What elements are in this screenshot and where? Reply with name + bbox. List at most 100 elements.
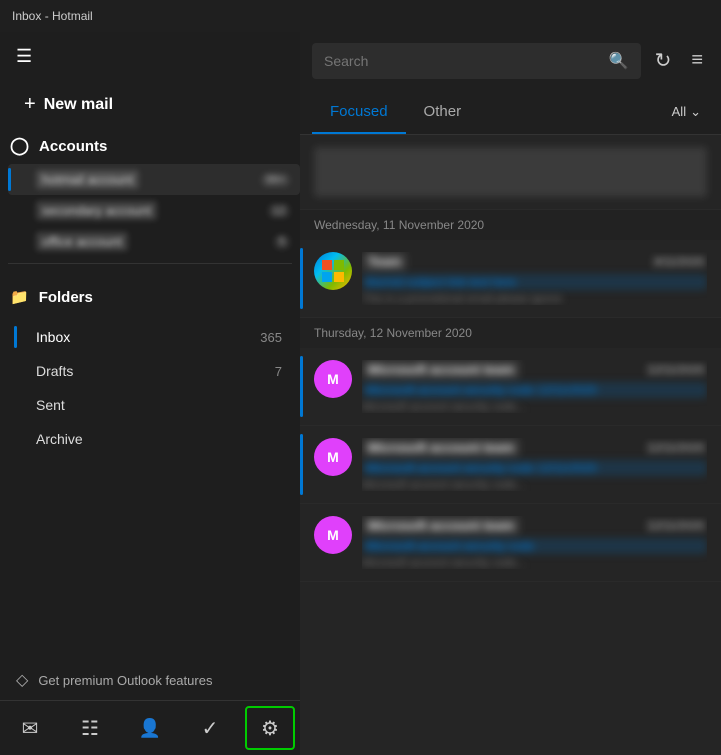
diamond-icon: ◇ [16, 670, 28, 690]
right-panel: 🔍 ↻ ≡ Focused Other All ⌄ [300, 32, 721, 755]
premium-label: Get premium Outlook features [38, 673, 212, 688]
email-sender: Team [362, 252, 407, 271]
new-mail-button[interactable]: + New mail [8, 85, 292, 124]
calendar-nav[interactable]: ☷ [65, 706, 115, 750]
email-list: Wednesday, 11 November 2020 Team 4/11/20… [300, 135, 721, 755]
email-row1: Microsoft account team 12/11/2020 [362, 516, 707, 535]
email-content: Team 4/11/2020 blurred subject link text… [362, 252, 707, 305]
people-nav[interactable]: 👤 [125, 706, 175, 750]
email-preview: This is a promotional email please ignor… [362, 293, 707, 305]
date-divider: Wednesday, 11 November 2020 [300, 210, 721, 240]
main-layout: ☰ + New mail ◯ Accounts hotmail account … [0, 32, 721, 755]
account-name: office account [36, 232, 128, 251]
title-bar: Inbox - Hotmail [0, 0, 721, 32]
new-mail-plus-icon: + [24, 93, 36, 116]
search-input-container: 🔍 [312, 43, 641, 79]
search-bar: 🔍 ↻ ≡ [300, 32, 721, 89]
email-subject: Microsoft account security code [362, 538, 707, 554]
search-input[interactable] [324, 53, 601, 69]
folder-name-inbox: Inbox [36, 329, 70, 345]
hamburger-icon[interactable]: ☰ [16, 46, 40, 67]
mail-icon: ✉ [22, 716, 39, 741]
list-item[interactable]: M Microsoft account team 12/11/2020 Micr… [300, 504, 721, 582]
email-row1: Microsoft account team 12/11/2020 [362, 360, 707, 379]
tasks-icon: ✓ [202, 716, 219, 741]
email-sender: Microsoft account team [362, 360, 520, 379]
folder-count-drafts: 7 [275, 364, 282, 379]
tabs-left: Focused Other [312, 89, 479, 134]
email-time: 12/11/2020 [645, 519, 707, 533]
account-item[interactable]: office account 5 [8, 226, 300, 257]
list-item[interactable]: Team 4/11/2020 blurred subject link text… [300, 240, 721, 318]
people-icon: 👤 [139, 718, 161, 739]
account-badge: 99+ [261, 173, 290, 187]
email-sender: Microsoft account team [362, 516, 520, 535]
folder-item-archive[interactable]: Archive [8, 422, 292, 456]
sync-icon[interactable]: ↻ [649, 42, 678, 79]
email-content: Microsoft account team 12/11/2020 Micros… [362, 438, 707, 491]
app-title: Inbox - Hotmail [12, 9, 93, 23]
folders-section-label: 📁 Folders [0, 278, 300, 316]
folder-item-inbox[interactable]: Inbox 365 [8, 320, 292, 354]
email-time: 4/11/2020 [651, 255, 707, 269]
list-item[interactable]: M Microsoft account team 12/11/2020 Micr… [300, 348, 721, 426]
calendar-icon: ☷ [81, 716, 99, 741]
account-badge: 12 [268, 204, 290, 218]
avatar: M [314, 516, 352, 554]
folder-item-drafts[interactable]: Drafts 7 [8, 354, 292, 388]
avatar [314, 252, 352, 290]
email-preview: Microsoft account security code... [362, 557, 707, 569]
folder-item-sent[interactable]: Sent [8, 388, 292, 422]
email-preview: Microsoft account security code... [362, 479, 707, 491]
unread-accent [300, 434, 303, 495]
folder-name-sent: Sent [36, 397, 65, 413]
avatar: M [314, 360, 352, 398]
account-badge: 5 [274, 235, 290, 249]
tab-focused[interactable]: Focused [312, 89, 406, 134]
premium-link[interactable]: ◇ Get premium Outlook features [0, 660, 300, 700]
folder-icon: 📁 [10, 288, 29, 306]
folders-list: Inbox 365 Drafts 7 Sent Archive [0, 316, 300, 460]
sidebar-header: ☰ [0, 32, 300, 81]
accounts-list: hotmail account 99+ secondary account 12… [8, 164, 300, 257]
email-row1: Team 4/11/2020 [362, 252, 707, 271]
email-row1: Microsoft account team 12/11/2020 [362, 438, 707, 457]
folder-name-archive: Archive [36, 431, 83, 447]
tab-other[interactable]: Other [406, 89, 480, 134]
account-name: hotmail account [36, 170, 139, 189]
email-subject: Microsoft account security code 12/11/20… [362, 382, 707, 398]
new-mail-label: New mail [44, 96, 113, 114]
account-name: secondary account [36, 201, 157, 220]
avatar: M [314, 438, 352, 476]
account-item[interactable]: secondary account 12 [8, 195, 300, 226]
folder-count-inbox: 365 [260, 330, 282, 345]
list-item[interactable]: M Microsoft account team 12/11/2020 Micr… [300, 426, 721, 504]
unread-accent [300, 248, 303, 309]
email-time: 12/11/2020 [645, 363, 707, 377]
list-item[interactable] [300, 135, 721, 210]
filter-all-label: All [672, 104, 686, 119]
email-sender: Microsoft account team [362, 438, 520, 457]
email-content: Microsoft account team 12/11/2020 Micros… [362, 360, 707, 413]
mail-nav[interactable]: ✉ [5, 706, 55, 750]
sidebar-divider [8, 263, 292, 264]
email-subject: Microsoft account security code 12/11/20… [362, 460, 707, 476]
email-content: Microsoft account team 12/11/2020 Micros… [362, 516, 707, 569]
bottom-nav: ✉ ☷ 👤 ✓ ⚙ [0, 700, 300, 755]
date-divider: Thursday, 12 November 2020 [300, 318, 721, 348]
email-time: 12/11/2020 [645, 441, 707, 455]
email-subject: blurred subject link text here [362, 274, 707, 290]
unread-accent [300, 356, 303, 417]
filter-icon[interactable]: ≡ [685, 43, 709, 78]
folder-name-drafts: Drafts [36, 363, 73, 379]
search-icon[interactable]: 🔍 [609, 51, 629, 71]
filter-all-button[interactable]: All ⌄ [664, 98, 709, 126]
settings-nav[interactable]: ⚙ [245, 706, 295, 750]
sidebar: ☰ + New mail ◯ Accounts hotmail account … [0, 32, 300, 755]
blurred-email [314, 147, 707, 197]
tasks-nav[interactable]: ✓ [185, 706, 235, 750]
person-icon: ◯ [10, 136, 29, 156]
accounts-section-label: ◯ Accounts [0, 128, 300, 164]
account-item[interactable]: hotmail account 99+ [8, 164, 300, 195]
email-preview: Microsoft account security code... [362, 401, 707, 413]
